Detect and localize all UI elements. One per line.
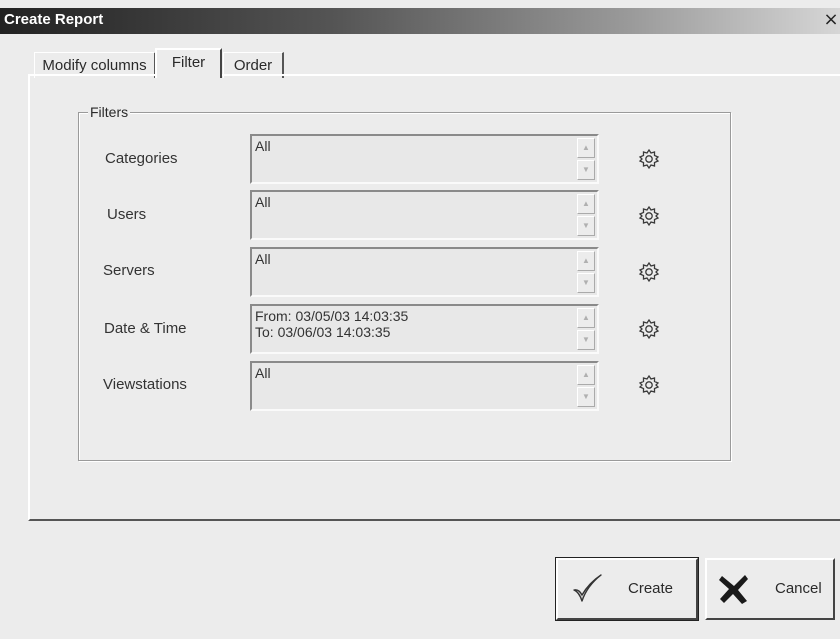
users-listbox[interactable]: All ▲ ▼ (250, 190, 599, 240)
users-scroll-down-button[interactable]: ▼ (577, 216, 595, 236)
create-button-label: Create (628, 580, 674, 597)
cancel-button[interactable]: Cancel (705, 558, 835, 620)
gear-icon[interactable] (638, 261, 660, 283)
gear-icon[interactable] (638, 318, 660, 340)
users-value-line-1: All (255, 194, 271, 210)
servers-scroll-down-button[interactable]: ▼ (577, 273, 595, 293)
date-time-from-value: From: 03/05/03 14:03:35 (255, 308, 409, 324)
window-title: Create Report (4, 11, 104, 28)
viewstations-scroll-up-button[interactable]: ▲ (577, 365, 595, 385)
categories-label: Categories (105, 150, 178, 167)
categories-listbox[interactable]: All ▲ ▼ (250, 134, 599, 184)
checkmark-icon (573, 574, 602, 602)
date-time-label: Date & Time (104, 320, 187, 337)
categories-value-line-1: All (255, 138, 271, 154)
viewstations-label: Viewstations (103, 376, 187, 393)
viewstations-listbox[interactable]: All ▲ ▼ (250, 361, 599, 411)
viewstations-value-line-1: All (255, 365, 271, 381)
create-button[interactable]: Create (555, 557, 699, 621)
x-mark-icon (719, 575, 748, 604)
servers-listbox[interactable]: All ▲ ▼ (250, 247, 599, 297)
viewstations-scroll-down-button[interactable]: ▼ (577, 387, 595, 407)
categories-scroll-up-button[interactable]: ▲ (577, 138, 595, 158)
servers-scroll-up-button[interactable]: ▲ (577, 251, 595, 271)
filters-group-label: Filters (88, 104, 131, 120)
servers-value-line-1: All (255, 251, 271, 267)
servers-label: Servers (103, 262, 155, 279)
date-time-scroll-down-button[interactable]: ▼ (577, 330, 595, 350)
users-scroll-up-button[interactable]: ▲ (577, 194, 595, 214)
gear-icon[interactable] (638, 205, 660, 227)
gear-icon[interactable] (638, 374, 660, 396)
date-time-listbox[interactable]: From: 03/05/03 14:03:35 To: 03/06/03 14:… (250, 304, 599, 354)
close-button[interactable]: × (822, 9, 840, 31)
date-time-scroll-up-button[interactable]: ▲ (577, 308, 595, 328)
users-label: Users (107, 206, 147, 223)
cancel-button-label: Cancel (775, 580, 822, 597)
date-time-to-value: To: 03/06/03 14:03:35 (255, 324, 391, 340)
title-bar: Create Report × (0, 8, 840, 34)
tab-filter[interactable]: Filter (155, 48, 222, 78)
categories-scroll-down-button[interactable]: ▼ (577, 160, 595, 180)
gear-icon[interactable] (638, 148, 660, 170)
